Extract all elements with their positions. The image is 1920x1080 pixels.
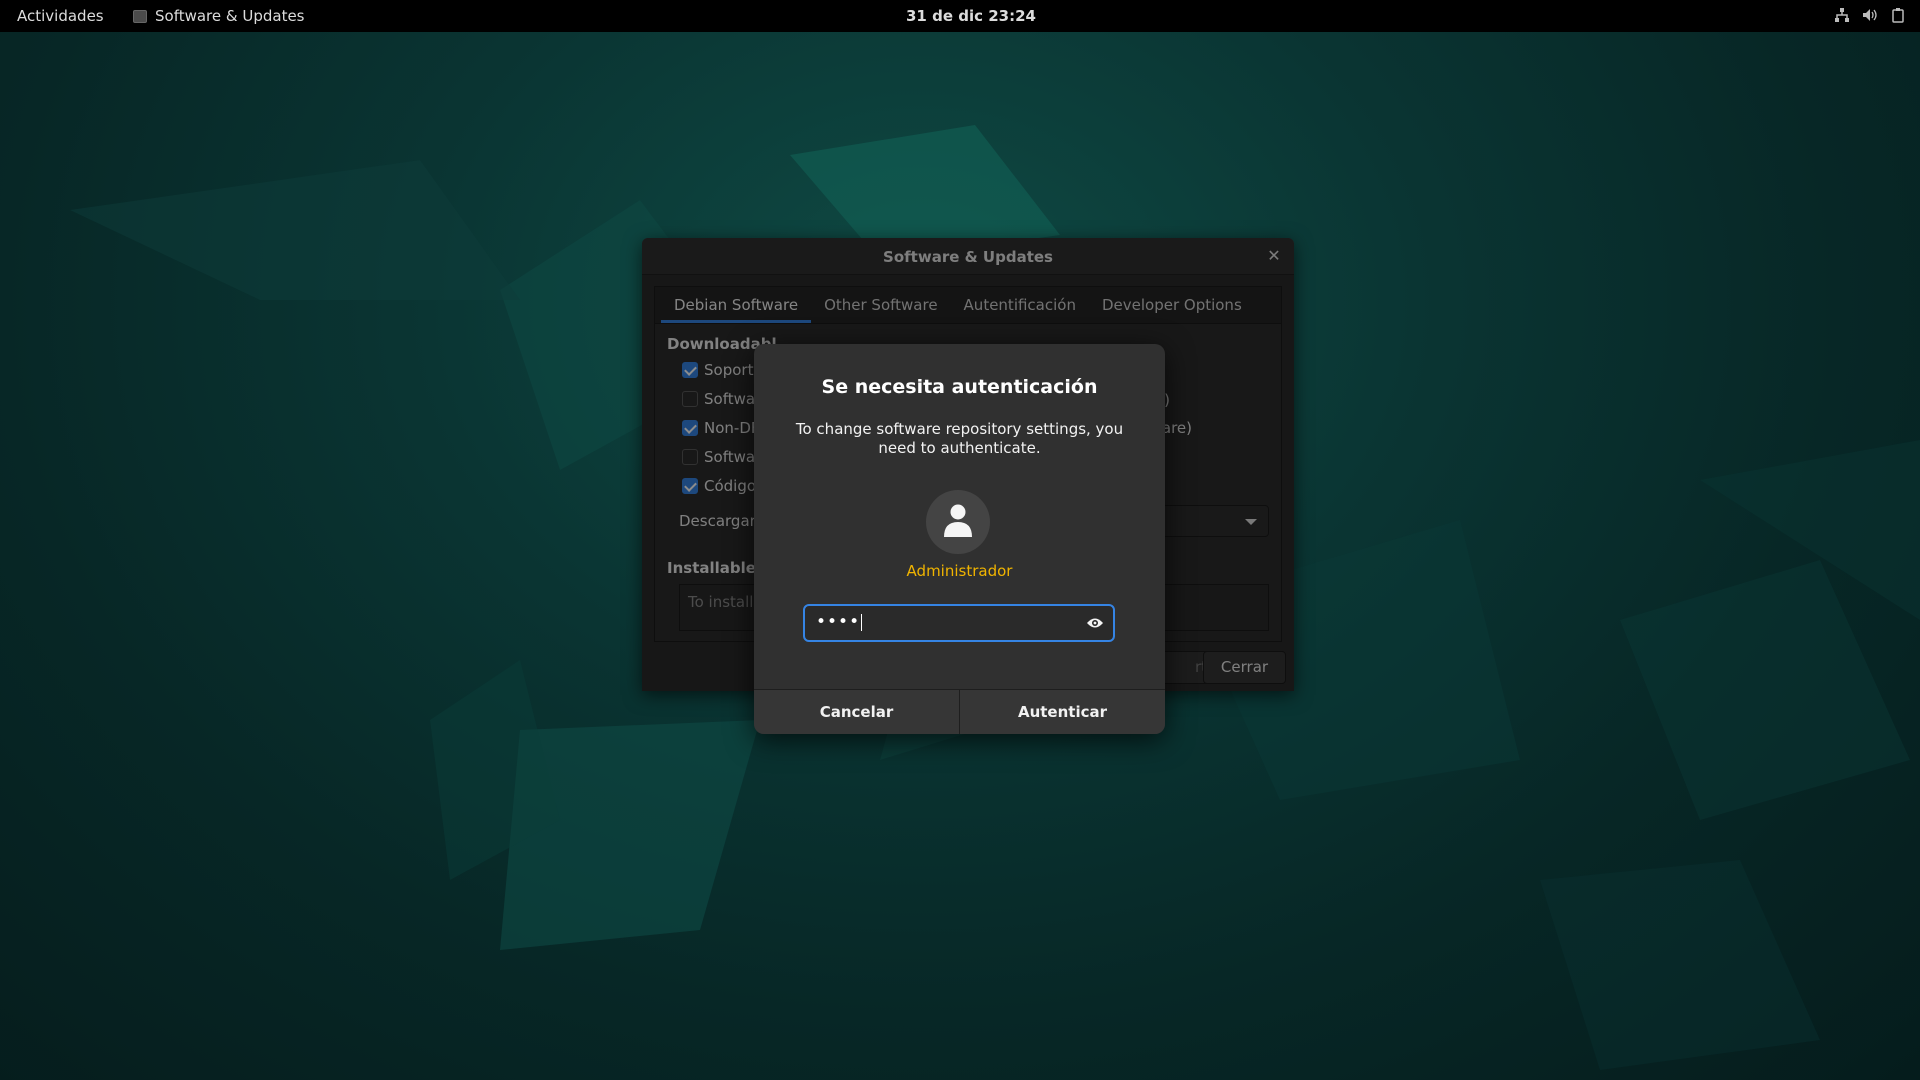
- network-icon[interactable]: [1834, 7, 1850, 23]
- clock[interactable]: 31 de dic 23:24: [906, 7, 1036, 25]
- authenticate-button[interactable]: Autenticar: [960, 690, 1165, 734]
- eye-icon[interactable]: [1086, 615, 1104, 634]
- username-label: Administrador: [906, 562, 1013, 580]
- user-icon: [944, 504, 972, 537]
- password-mask: ••••: [816, 612, 861, 632]
- system-tray[interactable]: [1834, 7, 1906, 23]
- app-icon: [133, 9, 147, 23]
- dialog-heading: Se necesita autenticación: [821, 376, 1098, 398]
- authentication-dialog: Se necesita autenticación To change soft…: [754, 344, 1165, 734]
- text-caret: [861, 613, 863, 631]
- volume-icon[interactable]: [1862, 7, 1878, 23]
- power-icon[interactable]: [1890, 7, 1906, 23]
- dialog-button-row: Cancelar Autenticar: [754, 689, 1165, 734]
- activities-button[interactable]: Actividades: [17, 7, 104, 25]
- app-menu[interactable]: Software & Updates: [133, 7, 305, 25]
- app-menu-label: Software & Updates: [155, 7, 305, 25]
- top-bar: Actividades Software & Updates 31 de dic…: [0, 0, 1920, 32]
- password-value[interactable]: ••••: [816, 612, 863, 632]
- dialog-message: To change software repository settings, …: [795, 420, 1124, 457]
- password-field[interactable]: ••••: [803, 604, 1115, 642]
- cancel-button[interactable]: Cancelar: [754, 690, 960, 734]
- avatar: [926, 490, 990, 554]
